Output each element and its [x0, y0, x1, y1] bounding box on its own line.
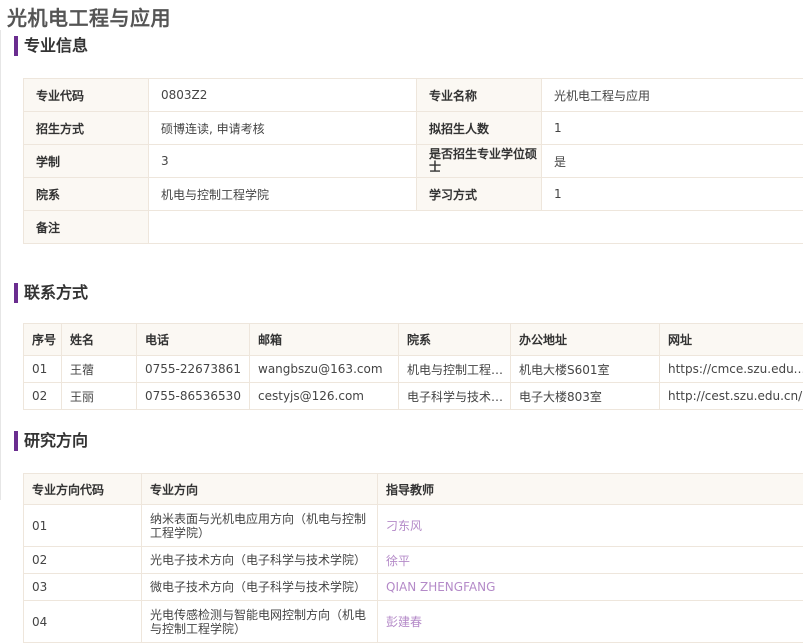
dept-value: 机电与控制工程学院 [148, 177, 417, 211]
quota-label: 拟招生人数 [416, 111, 542, 145]
contact-header-website: 网址 [659, 323, 803, 356]
research-header-direction: 专业方向 [141, 473, 378, 505]
contact-header-index: 序号 [23, 323, 62, 356]
contact-website: https://cmce.szu.edu.cn/ [659, 355, 803, 383]
direction-name: 光电传感检测与智能电网控制方向（机电与控制工程学院） [141, 600, 378, 643]
direction-name: 纳米表面与光机电应用方向（机电与控制工程学院） [141, 504, 378, 547]
contact-phone: 0755-86536530 [136, 382, 250, 410]
section-title-contact: 联系方式 [14, 283, 88, 303]
contact-office: 机电大楼S601室 [510, 355, 660, 383]
page: 光机电工程与应用 专业信息 专业代码 0803Z2 专业名称 光机电工程与应用 … [0, 0, 803, 643]
duration-value: 3 [148, 144, 417, 178]
advisor-link[interactable]: 刁东风 [377, 504, 803, 547]
contact-office: 电子大楼803室 [510, 382, 660, 410]
direction-name: 微电子技术方向（电子科学与技术学院） [141, 573, 378, 601]
major-info-table: 专业代码 0803Z2 专业名称 光机电工程与应用 招生方式 硕博连读, 申请考… [23, 78, 803, 244]
table-row: 03 微电子技术方向（电子科学与技术学院） QIAN ZHENGFANG [23, 573, 803, 601]
remark-label: 备注 [23, 210, 149, 244]
contact-header-name: 姓名 [61, 323, 137, 356]
info-row: 院系 机电与控制工程学院 学习方式 1 [23, 177, 803, 211]
contact-header-email: 邮箱 [249, 323, 399, 356]
table-row: 02 王丽 0755-86536530 cestyjs@126.com 电子科学… [23, 382, 803, 410]
advisor-link[interactable]: 徐平 [377, 546, 803, 574]
table-row: 01 纳米表面与光机电应用方向（机电与控制工程学院） 刁东风 [23, 504, 803, 547]
contact-header-office: 办公地址 [510, 323, 660, 356]
code-label: 专业代码 [23, 78, 149, 112]
enroll-value: 硕博连读, 申请考核 [148, 111, 417, 145]
contact-dept: 电子科学与技术学院 [398, 382, 511, 410]
section-title-research: 研究方向 [14, 431, 88, 451]
duration-label: 学制 [23, 144, 149, 178]
section-title-info: 专业信息 [14, 36, 88, 56]
direction-code: 04 [23, 600, 142, 643]
table-row: 02 光电子技术方向（电子科学与技术学院） 徐平 [23, 546, 803, 574]
page-title: 光机电工程与应用 [7, 6, 171, 30]
study-mode-value: 1 [541, 177, 803, 211]
contact-header-dept: 院系 [398, 323, 511, 356]
contact-email: wangbszu@163.com [249, 355, 399, 383]
professional-degree-label: 是否招生专业学位硕士 [416, 144, 542, 178]
study-mode-label: 学习方式 [416, 177, 542, 211]
left-divider [0, 30, 1, 500]
contact-phone: 0755-22673861 [136, 355, 250, 383]
info-row: 招生方式 硕博连读, 申请考核 拟招生人数 1 [23, 111, 803, 145]
contact-website: http://cest.szu.edu.cn/ [659, 382, 803, 410]
research-header-code: 专业方向代码 [23, 473, 142, 505]
contact-email: cestyjs@126.com [249, 382, 399, 410]
contact-header-row: 序号 姓名 电话 邮箱 院系 办公地址 网址 [23, 323, 803, 356]
code-value: 0803Z2 [148, 78, 417, 112]
table-row: 04 光电传感检测与智能电网控制方向（机电与控制工程学院） 彭建春 [23, 600, 803, 643]
direction-code: 02 [23, 546, 142, 574]
info-row: 备注 [23, 210, 803, 244]
contact-header-phone: 电话 [136, 323, 250, 356]
remark-value [148, 210, 803, 244]
name-label: 专业名称 [416, 78, 542, 112]
research-direction-table: 专业方向代码 专业方向 指导教师 01 纳米表面与光机电应用方向（机电与控制工程… [23, 473, 803, 643]
advisor-link[interactable]: QIAN ZHENGFANG [377, 573, 803, 601]
contact-name: 王蓿 [61, 355, 137, 383]
direction-name: 光电子技术方向（电子科学与技术学院） [141, 546, 378, 574]
table-row: 01 王蓿 0755-22673861 wangbszu@163.com 机电与… [23, 355, 803, 383]
direction-code: 01 [23, 504, 142, 547]
contact-table: 序号 姓名 电话 邮箱 院系 办公地址 网址 01 王蓿 0755-226738… [23, 323, 803, 410]
dept-label: 院系 [23, 177, 149, 211]
contact-index: 02 [23, 382, 62, 410]
advisor-link[interactable]: 彭建春 [377, 600, 803, 643]
name-value: 光机电工程与应用 [541, 78, 803, 112]
research-header-row: 专业方向代码 专业方向 指导教师 [23, 473, 803, 505]
contact-name: 王丽 [61, 382, 137, 410]
research-header-advisor: 指导教师 [377, 473, 803, 505]
quota-value: 1 [541, 111, 803, 145]
enroll-label: 招生方式 [23, 111, 149, 145]
direction-code: 03 [23, 573, 142, 601]
info-row: 学制 3 是否招生专业学位硕士 是 [23, 144, 803, 178]
professional-degree-value: 是 [541, 144, 803, 178]
contact-index: 01 [23, 355, 62, 383]
contact-dept: 机电与控制工程学院 [398, 355, 511, 383]
info-row: 专业代码 0803Z2 专业名称 光机电工程与应用 [23, 78, 803, 112]
